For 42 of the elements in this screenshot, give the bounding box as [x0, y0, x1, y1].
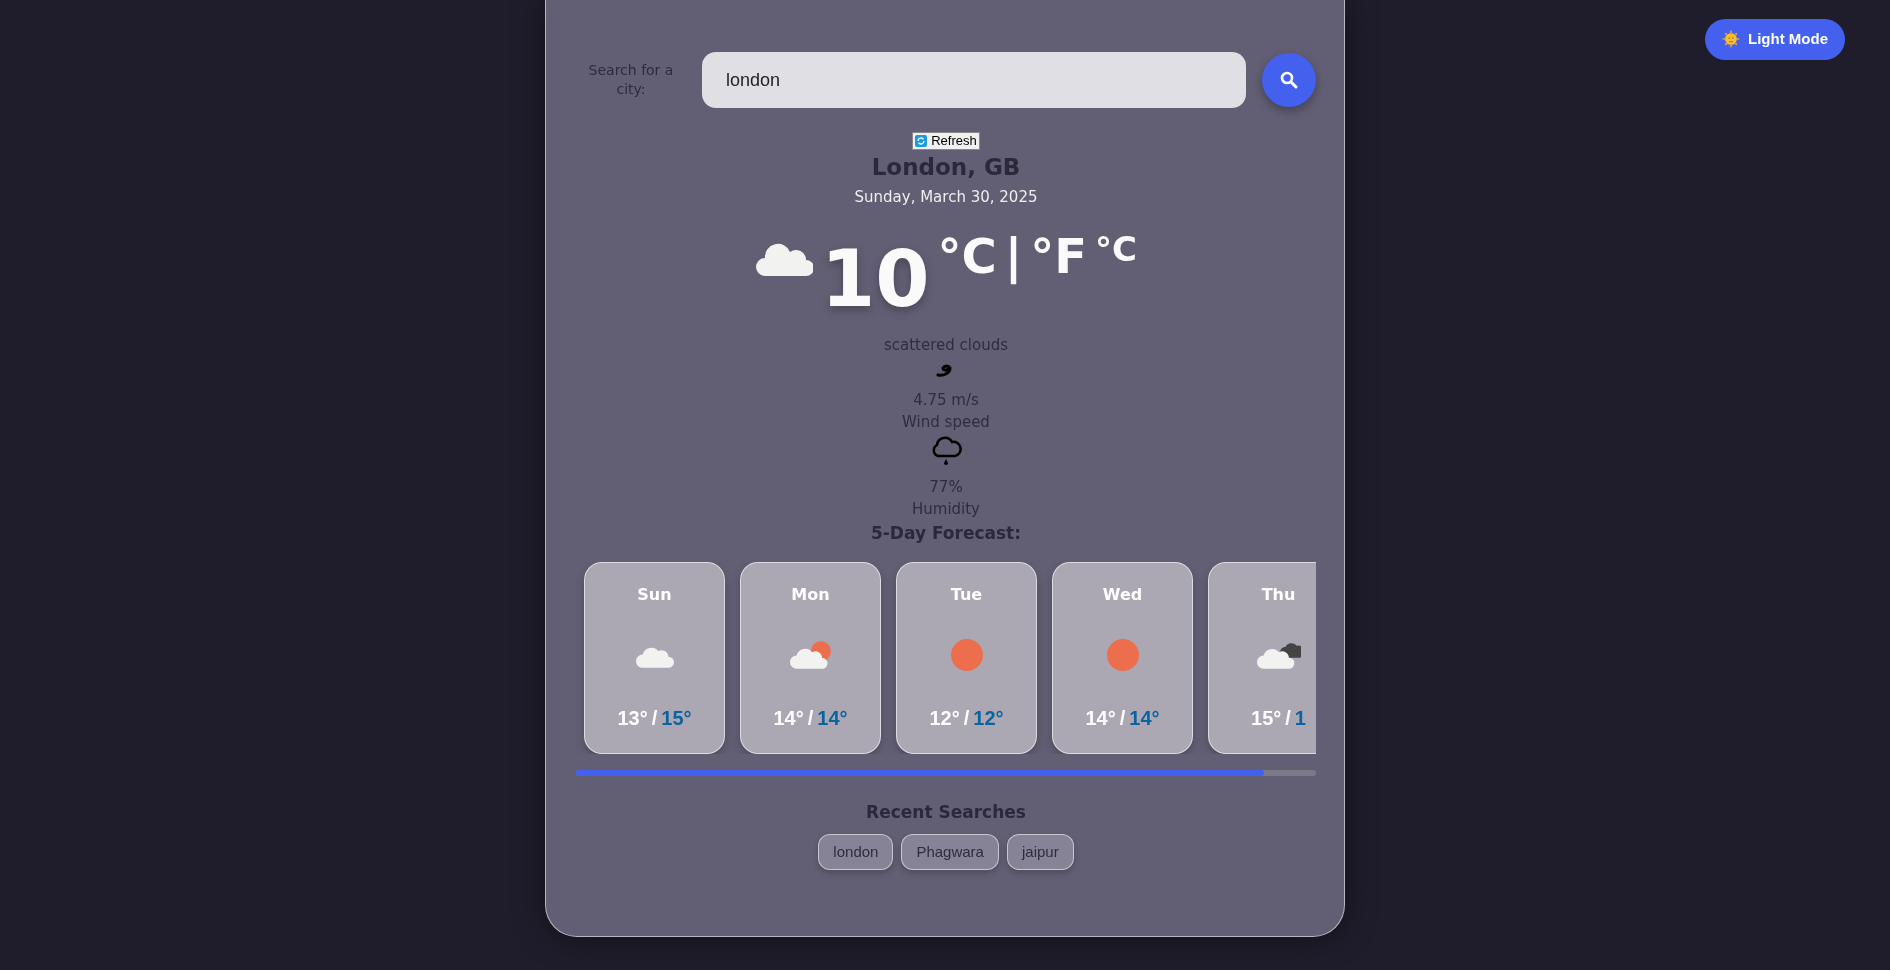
sun-icon: [949, 638, 984, 673]
low-temperature: 13°: [617, 706, 648, 732]
city-name: London, GB: [871, 154, 1021, 182]
date-text: Sunday, March 30, 2025: [854, 186, 1038, 208]
day-name: Wed: [1102, 584, 1143, 607]
temperature-slash: /: [1285, 706, 1291, 732]
sun-and-cloud-icon: [789, 641, 832, 670]
high-temperature: 14°: [1129, 706, 1160, 732]
day-name: Mon: [791, 584, 830, 607]
sun-icon: [1105, 638, 1140, 673]
light-mode-button[interactable]: Light Mode: [1705, 19, 1845, 60]
recent-search-chip[interactable]: Phagwara: [901, 833, 999, 871]
low-temperature: 12°: [929, 706, 960, 732]
refresh-icon: [915, 135, 928, 147]
recent-search-chip[interactable]: jaipur: [1006, 833, 1074, 871]
temperature-slash: /: [1119, 706, 1126, 732]
temperature-slash: /: [963, 706, 970, 732]
low-temperature: 15°: [1251, 706, 1282, 732]
fahrenheit-unit[interactable]: °F: [1030, 232, 1088, 281]
forecast-title: 5-Day Forecast:: [870, 521, 1022, 545]
low-temperature: 14°: [1085, 706, 1116, 732]
recent-searches-title: Recent Searches: [866, 801, 1026, 825]
recent-search-chip[interactable]: london: [818, 833, 894, 871]
high-temperature: 14°: [817, 706, 848, 732]
celsius-unit[interactable]: °C: [937, 232, 997, 281]
high-temperature: 15°: [661, 706, 692, 732]
refresh-button[interactable]: Refresh: [912, 132, 980, 150]
clouds-icon: [1256, 641, 1301, 670]
search-icon: [1280, 71, 1298, 89]
unit-symbol: °C: [1095, 232, 1138, 267]
high-temperature: 12°: [973, 706, 1004, 732]
sun-face-icon: [1722, 30, 1740, 49]
high-temperature: 1: [1294, 706, 1306, 732]
city-search-field[interactable]: london: [702, 52, 1246, 108]
temperature-slash: /: [807, 706, 814, 732]
low-temperature: 14°: [773, 706, 804, 732]
day-name: Tue: [950, 584, 983, 607]
day-name: Thu: [1261, 584, 1296, 607]
search-button[interactable]: [1262, 53, 1316, 107]
temperature-slash: /: [651, 706, 658, 732]
day-name: Sun: [637, 584, 672, 607]
temperature-value: 10: [820, 240, 930, 319]
